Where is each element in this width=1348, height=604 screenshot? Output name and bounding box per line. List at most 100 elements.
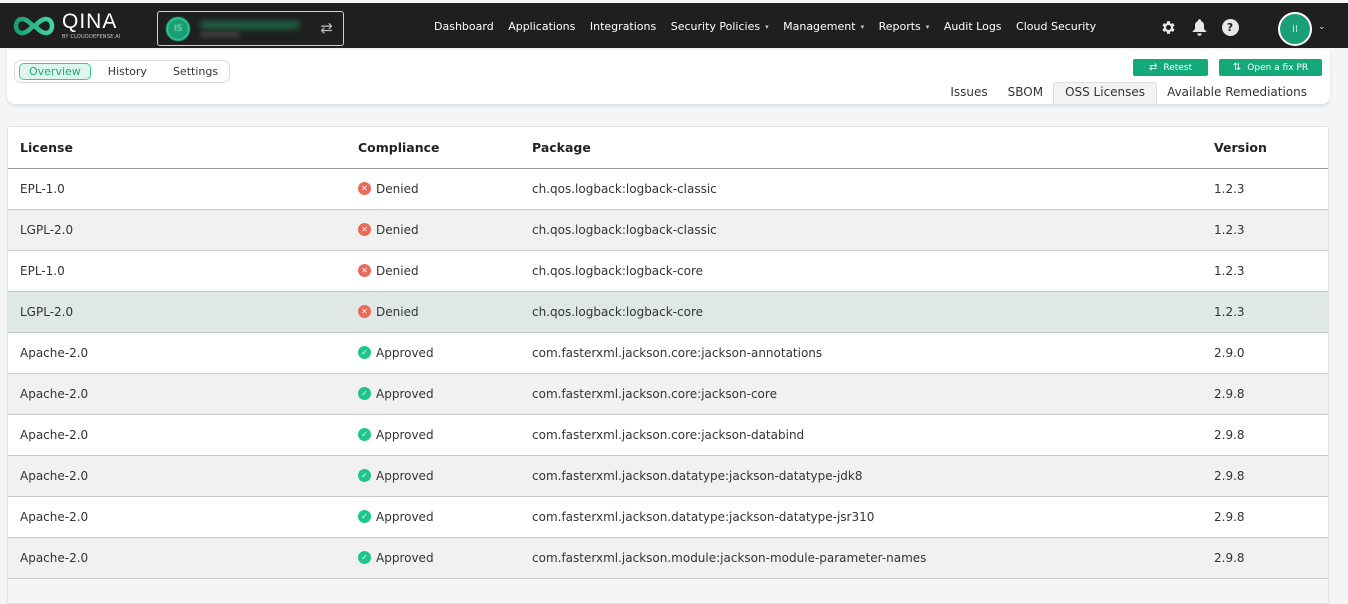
segment-history[interactable]: History [99, 63, 156, 80]
segment-settings[interactable]: Settings [164, 63, 227, 80]
version-cell: 2.9.0 [1214, 345, 1245, 360]
user-avatar[interactable]: II [1278, 12, 1312, 46]
tab-oss-licenses[interactable]: OSS Licenses [1053, 82, 1158, 104]
license-cell: Apache-2.0 [20, 509, 89, 524]
nav-item-cloud-security[interactable]: Cloud Security [1016, 20, 1096, 33]
application-switcher[interactable]: IS ⇄ [157, 11, 344, 46]
package-cell: com.fasterxml.jackson.core:jackson-datab… [532, 427, 805, 442]
licenses-table: License Compliance Package Version EPL-1… [8, 127, 1328, 579]
approved-check-icon: ✓ [358, 387, 371, 400]
compliance-cell: ✓ Approved [346, 332, 520, 373]
segment-overview[interactable]: Overview [19, 63, 91, 80]
gear-icon[interactable] [1158, 17, 1178, 37]
brand-name: QINA [62, 10, 118, 33]
package-cell: com.fasterxml.jackson.module:jackson-mod… [532, 550, 927, 565]
table-row[interactable]: Apache-2.0 ✓ Approved com.fasterxml.jackson… [8, 414, 1328, 455]
approved-check-icon: ✓ [358, 551, 371, 564]
view-segment-control: Overview History Settings [14, 60, 230, 83]
compliance-status: ✕ Denied [358, 305, 520, 319]
compliance-cell: ✕ Denied [346, 168, 520, 209]
compliance-cell: ✕ Denied [346, 250, 520, 291]
swap-icon[interactable]: ⇄ [320, 19, 333, 37]
compliance-status: ✕ Denied [358, 223, 520, 237]
infinity-logo-icon [13, 16, 55, 36]
compliance-label: Denied [376, 222, 419, 237]
table-row[interactable]: LGPL-2.0 ✕ Denied ch.qos.logback:logback-co… [8, 291, 1328, 332]
help-icon[interactable]: ? [1220, 17, 1240, 37]
table-row[interactable]: Apache-2.0 ✓ Approved com.fasterxml.jackson… [8, 373, 1328, 414]
package-cell: ch.qos.logback:logback-core [532, 263, 704, 278]
nav-item-management[interactable]: Management ▾ [783, 20, 864, 33]
compliance-label: Denied [376, 263, 419, 278]
license-cell: Apache-2.0 [20, 386, 89, 401]
package-cell: ch.qos.logback:logback-classic [532, 222, 717, 237]
nav-item-label: Management [783, 20, 856, 33]
license-cell: EPL-1.0 [20, 181, 65, 196]
compliance-label: Denied [376, 181, 419, 196]
license-cell: Apache-2.0 [20, 345, 89, 360]
nav-item-label: Applications [508, 20, 576, 33]
app-sub-redacted [200, 32, 240, 37]
denied-x-icon: ✕ [358, 223, 371, 236]
open-fix-pr-label: Open a fix PR [1247, 62, 1309, 73]
compliance-label: Approved [376, 550, 434, 565]
tab-sbom[interactable]: SBOM [998, 82, 1053, 104]
column-header-version[interactable]: Version [1202, 127, 1328, 168]
table-row[interactable]: Apache-2.0 ✓ Approved com.fasterxml.jackson… [8, 455, 1328, 496]
retest-button[interactable]: ⇄ Retest [1133, 59, 1208, 76]
table-row[interactable]: Apache-2.0 ✓ Approved com.fasterxml.jackson… [8, 537, 1328, 578]
license-cell: LGPL-2.0 [20, 222, 74, 237]
approved-check-icon: ✓ [358, 510, 371, 523]
nav-item-dashboard[interactable]: Dashboard [434, 20, 494, 33]
nav-item-applications[interactable]: Applications [508, 20, 575, 33]
refresh-icon: ⇄ [1148, 62, 1158, 73]
brand-logo[interactable]: QINA BY CLOUDDEFENSE.AI [10, 11, 121, 40]
caret-down-icon: ▾ [765, 22, 769, 31]
tab-issues[interactable]: Issues [940, 82, 997, 104]
nav-item-audit-logs[interactable]: Audit Logs [944, 20, 1002, 33]
app-name-redacted [200, 21, 300, 29]
license-cell: EPL-1.0 [20, 263, 65, 278]
app-avatar: IS [166, 17, 190, 41]
column-header-package[interactable]: Package [520, 127, 1202, 168]
table-row[interactable]: Apache-2.0 ✓ Approved com.fasterxml.jackson… [8, 496, 1328, 537]
nav-item-reports[interactable]: Reports ▾ [879, 20, 930, 33]
version-cell: 2.9.8 [1214, 509, 1245, 524]
compliance-status: ✕ Denied [358, 182, 520, 196]
table-row[interactable]: EPL-1.0 ✕ Denied ch.qos.logback:logback-cla… [8, 168, 1328, 209]
column-header-compliance[interactable]: Compliance [346, 127, 520, 168]
version-cell: 1.2.3 [1214, 263, 1245, 278]
compliance-label: Denied [376, 304, 419, 319]
compliance-status: ✓ Approved [358, 510, 520, 524]
tab-available-remediations[interactable]: Available Remediations [1157, 82, 1317, 104]
version-cell: 2.9.8 [1214, 427, 1245, 442]
open-fix-pr-button[interactable]: ⇅ Open a fix PR [1219, 59, 1322, 76]
nav-item-label: Reports [878, 20, 921, 33]
version-cell: 2.9.8 [1214, 386, 1245, 401]
chevron-down-icon[interactable]: ⌄ [1318, 22, 1326, 32]
subnav-panel: Overview History Settings ⇄ Retest ⇅ Ope… [7, 50, 1330, 104]
package-cell: ch.qos.logback:logback-classic [532, 181, 717, 196]
nav-item-integrations[interactable]: Integrations [590, 20, 656, 33]
nav-item-label: Audit Logs [943, 20, 1002, 33]
compliance-label: Approved [376, 427, 434, 442]
version-cell: 1.2.3 [1214, 222, 1245, 237]
package-cell: ch.qos.logback:logback-core [532, 304, 704, 319]
nav-item-label: Cloud Security [1016, 20, 1097, 33]
package-cell: com.fasterxml.jackson.core:jackson-core [532, 386, 777, 401]
compliance-status: ✓ Approved [358, 551, 520, 565]
bell-icon[interactable] [1189, 17, 1209, 37]
main-nav: Dashboard Applications Integrations Securit… [434, 20, 1111, 33]
table-row[interactable]: EPL-1.0 ✕ Denied ch.qos.logback:logback-cor… [8, 250, 1328, 291]
compliance-cell: ✓ Approved [346, 537, 520, 578]
compliance-status: ✓ Approved [358, 387, 520, 401]
compliance-status: ✕ Denied [358, 264, 520, 278]
nav-item-security-policies[interactable]: Security Policies ▾ [671, 20, 769, 33]
table-row[interactable]: Apache-2.0 ✓ Approved com.fasterxml.jackson… [8, 332, 1328, 373]
package-cell: com.fasterxml.jackson.datatype:jackson-d… [532, 509, 875, 524]
compliance-status: ✓ Approved [358, 428, 520, 442]
compliance-cell: ✓ Approved [346, 414, 520, 455]
caret-down-icon: ▾ [860, 22, 865, 31]
column-header-license[interactable]: License [8, 127, 346, 168]
table-row[interactable]: LGPL-2.0 ✕ Denied ch.qos.logback:logback-cl… [8, 209, 1328, 250]
